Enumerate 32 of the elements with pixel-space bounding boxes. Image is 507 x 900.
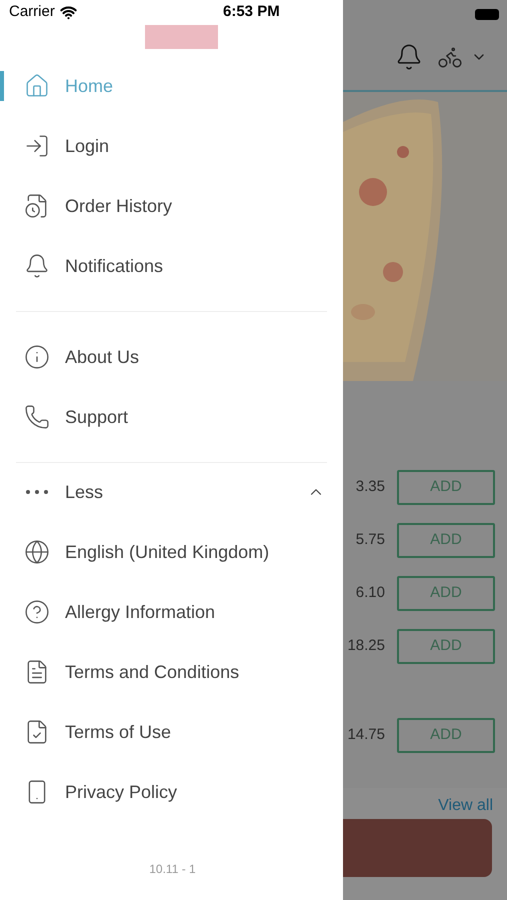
- menu-item[interactable]: Privacy Policy: [65, 778, 178, 806]
- bell-icon: [24, 253, 50, 279]
- menu-item[interactable]: Login: [65, 132, 110, 160]
- phone-icon: [24, 404, 50, 430]
- globe-icon: [24, 539, 50, 565]
- price-text: 14.75: [347, 725, 385, 746]
- more-icon: [26, 490, 48, 494]
- menu-item[interactable]: Order History: [65, 192, 172, 220]
- menu-item[interactable]: Terms of Use: [65, 718, 172, 746]
- bell-icon[interactable]: [395, 43, 423, 71]
- menu-item[interactable]: Terms and Conditions: [65, 658, 240, 686]
- help-icon: [24, 599, 50, 625]
- carrier-text: Carrier: [9, 2, 55, 22]
- battery-icon: [475, 8, 499, 20]
- price-text: 5.75: [356, 530, 385, 550]
- clock-time: 6:53 PM: [223, 2, 280, 22]
- menu-item[interactable]: Support: [65, 404, 128, 430]
- menu-item[interactable]: English (United Kingdom): [65, 538, 270, 566]
- wifi-icon: [60, 4, 77, 21]
- login-icon: [24, 133, 50, 159]
- version-text: 10.11 - 1: [149, 861, 196, 878]
- price-text: 3.35: [356, 477, 385, 498]
- toggle-label[interactable]: Less: [65, 478, 307, 506]
- price-text: 6.10: [356, 583, 385, 604]
- menu-item[interactable]: Notifications: [65, 252, 164, 280]
- menu-item[interactable]: About Us: [65, 344, 140, 370]
- home-icon: [24, 73, 50, 99]
- price-text: 18.25: [347, 636, 385, 656]
- checkout-bar[interactable]: [343, 819, 492, 877]
- info-icon: [24, 344, 50, 370]
- menu-item[interactable]: Allergy Information: [65, 598, 216, 626]
- active-indicator: [0, 71, 4, 101]
